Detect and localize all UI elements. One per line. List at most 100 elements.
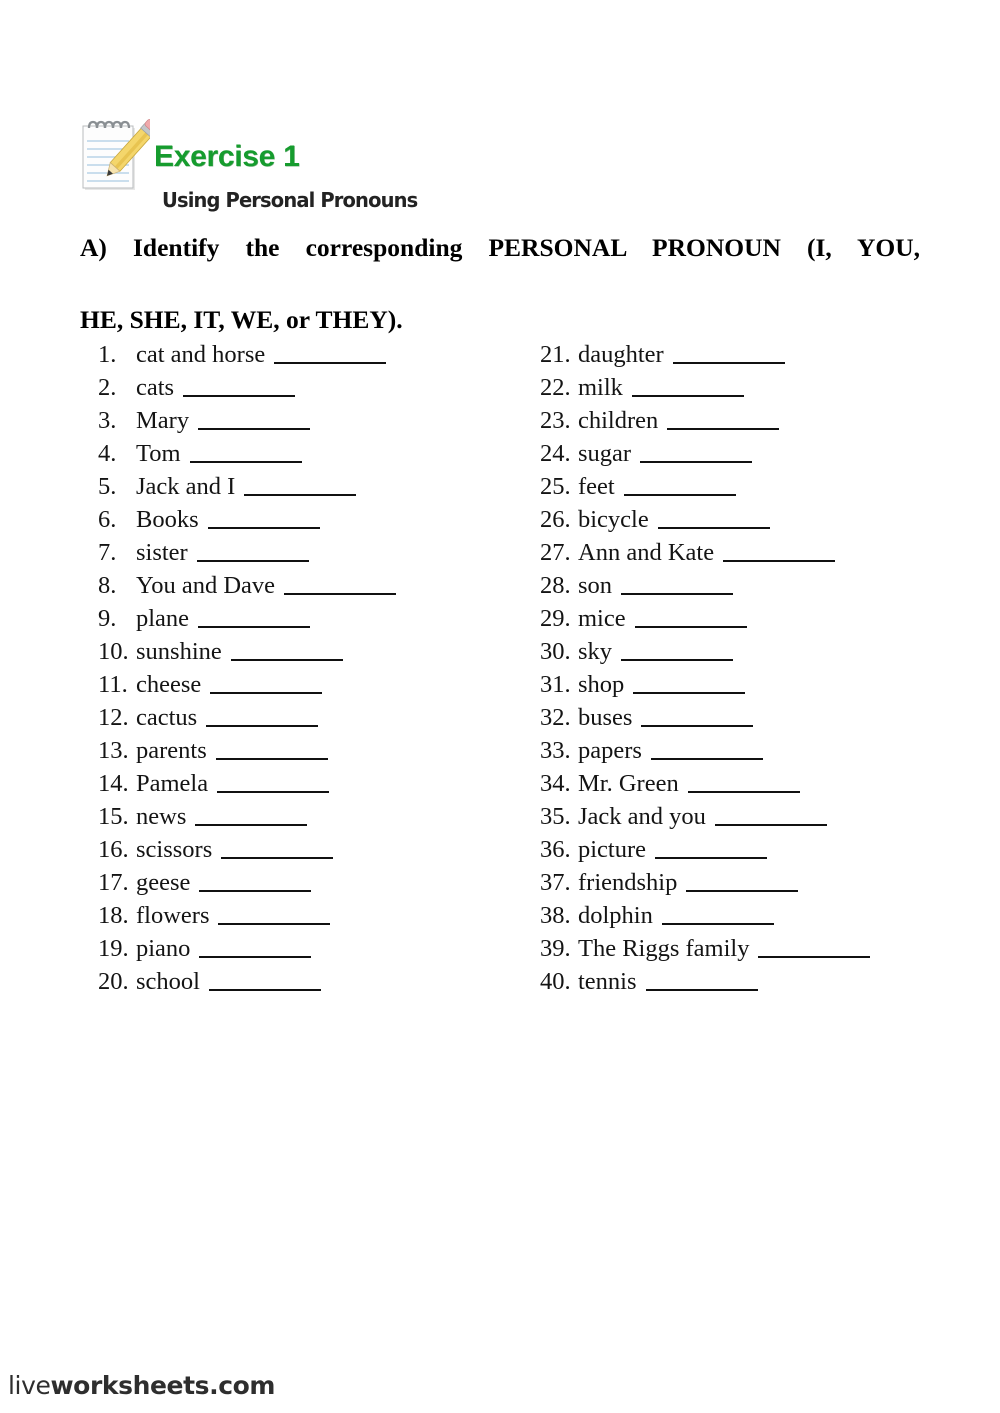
answer-blank[interactable] xyxy=(667,408,780,430)
question-number: 34. xyxy=(540,770,571,797)
question-number: 26. xyxy=(540,506,571,533)
answer-blank[interactable] xyxy=(199,870,312,892)
question-item: 21. daughter xyxy=(540,338,980,371)
question-word: bicycle xyxy=(578,506,649,533)
question-item: 4. Tom xyxy=(98,437,538,470)
question-number: 40. xyxy=(540,968,571,995)
question-item: 8. You and Dave xyxy=(98,569,538,602)
question-item: 11. cheese xyxy=(98,668,538,701)
answer-blank[interactable] xyxy=(687,771,800,793)
instruction-line-2: HE, SHE, IT, WE, or THEY). xyxy=(80,305,403,334)
answer-blank[interactable] xyxy=(633,672,746,694)
question-number: 3. xyxy=(98,407,117,434)
answer-blank[interactable] xyxy=(650,738,763,760)
worksheet-header: Exercise 1 Using Personal Pronouns xyxy=(78,113,498,213)
question-number: 30. xyxy=(540,638,571,665)
answer-blank[interactable] xyxy=(661,903,774,925)
question-number: 22. xyxy=(540,374,571,401)
answer-blank[interactable] xyxy=(631,375,744,397)
question-number: 10. xyxy=(98,638,129,665)
question-item: 20. school xyxy=(98,965,538,998)
question-item: 27. Ann and Kate xyxy=(540,536,980,569)
question-item: 10. sunshine xyxy=(98,635,538,668)
answer-blank[interactable] xyxy=(206,705,319,727)
question-word: The Riggs family xyxy=(578,935,750,962)
question-item: 19. piano xyxy=(98,932,538,965)
question-word: Pamela xyxy=(136,770,209,797)
brand-prefix: live xyxy=(8,1371,51,1400)
question-number: 28. xyxy=(540,572,571,599)
answer-blank[interactable] xyxy=(199,936,312,958)
question-number: 2. xyxy=(98,374,117,401)
answer-blank[interactable] xyxy=(218,903,331,925)
answer-blank[interactable] xyxy=(758,936,871,958)
question-word: daughter xyxy=(578,341,664,368)
answer-blank[interactable] xyxy=(230,639,343,661)
answer-blank[interactable] xyxy=(217,771,330,793)
question-number: 23. xyxy=(540,407,571,434)
question-word: mice xyxy=(578,605,626,632)
question-word: children xyxy=(578,407,659,434)
question-word: sugar xyxy=(578,440,632,467)
question-item: 23. children xyxy=(540,404,980,437)
question-item: 34. Mr. Green xyxy=(540,767,980,800)
question-item: 3. Mary xyxy=(98,404,538,437)
site-brand: liveworksheets.com xyxy=(8,1371,275,1400)
answer-blank[interactable] xyxy=(221,837,334,859)
question-word: picture xyxy=(578,836,647,863)
question-item: 26. bicycle xyxy=(540,503,980,536)
question-item: 18. flowers xyxy=(98,899,538,932)
answer-blank[interactable] xyxy=(655,837,768,859)
answer-blank[interactable] xyxy=(215,738,328,760)
answer-blank[interactable] xyxy=(672,342,785,364)
answer-blank[interactable] xyxy=(189,441,302,463)
answer-blank[interactable] xyxy=(657,507,770,529)
question-number: 4. xyxy=(98,440,117,467)
question-word: sky xyxy=(578,638,613,665)
answer-blank[interactable] xyxy=(183,375,296,397)
answer-blank[interactable] xyxy=(621,639,734,661)
question-number: 31. xyxy=(540,671,571,698)
answer-blank[interactable] xyxy=(207,507,320,529)
question-item: 38. dolphin xyxy=(540,899,980,932)
question-word: papers xyxy=(578,737,642,764)
answer-blank[interactable] xyxy=(645,969,758,991)
answer-blank[interactable] xyxy=(634,606,747,628)
answer-blank[interactable] xyxy=(640,441,753,463)
question-word: Tom xyxy=(136,440,181,467)
question-item: 2. cats xyxy=(98,371,538,404)
answer-blank[interactable] xyxy=(244,474,357,496)
answer-blank[interactable] xyxy=(196,540,309,562)
answer-blank[interactable] xyxy=(284,573,397,595)
question-word: friendship xyxy=(578,869,678,896)
answer-blank[interactable] xyxy=(195,804,308,826)
question-number: 33. xyxy=(540,737,571,764)
instruction-line-1: A) Identify the corresponding PERSONAL P… xyxy=(80,233,920,262)
question-word: Jack and I xyxy=(136,473,236,500)
question-number: 38. xyxy=(540,902,571,929)
answer-blank[interactable] xyxy=(198,408,311,430)
answer-blank[interactable] xyxy=(623,474,736,496)
question-word: piano xyxy=(136,935,191,962)
answer-blank[interactable] xyxy=(723,540,836,562)
question-word: scissors xyxy=(136,836,213,863)
answer-blank[interactable] xyxy=(208,969,321,991)
answer-blank[interactable] xyxy=(210,672,323,694)
question-item: 35. Jack and you xyxy=(540,800,980,833)
answer-blank[interactable] xyxy=(686,870,799,892)
answer-blank[interactable] xyxy=(641,705,754,727)
question-item: 15. news xyxy=(98,800,538,833)
answer-blank[interactable] xyxy=(198,606,311,628)
question-item: 30. sky xyxy=(540,635,980,668)
question-number: 20. xyxy=(98,968,129,995)
question-item: 16. scissors xyxy=(98,833,538,866)
answer-blank[interactable] xyxy=(621,573,734,595)
question-item: 17. geese xyxy=(98,866,538,899)
question-word: son xyxy=(578,572,613,599)
question-item: 37. friendship xyxy=(540,866,980,899)
answer-blank[interactable] xyxy=(274,342,387,364)
question-number: 39. xyxy=(540,935,571,962)
question-item: 6. Books xyxy=(98,503,538,536)
answer-blank[interactable] xyxy=(714,804,827,826)
question-number: 6. xyxy=(98,506,117,533)
